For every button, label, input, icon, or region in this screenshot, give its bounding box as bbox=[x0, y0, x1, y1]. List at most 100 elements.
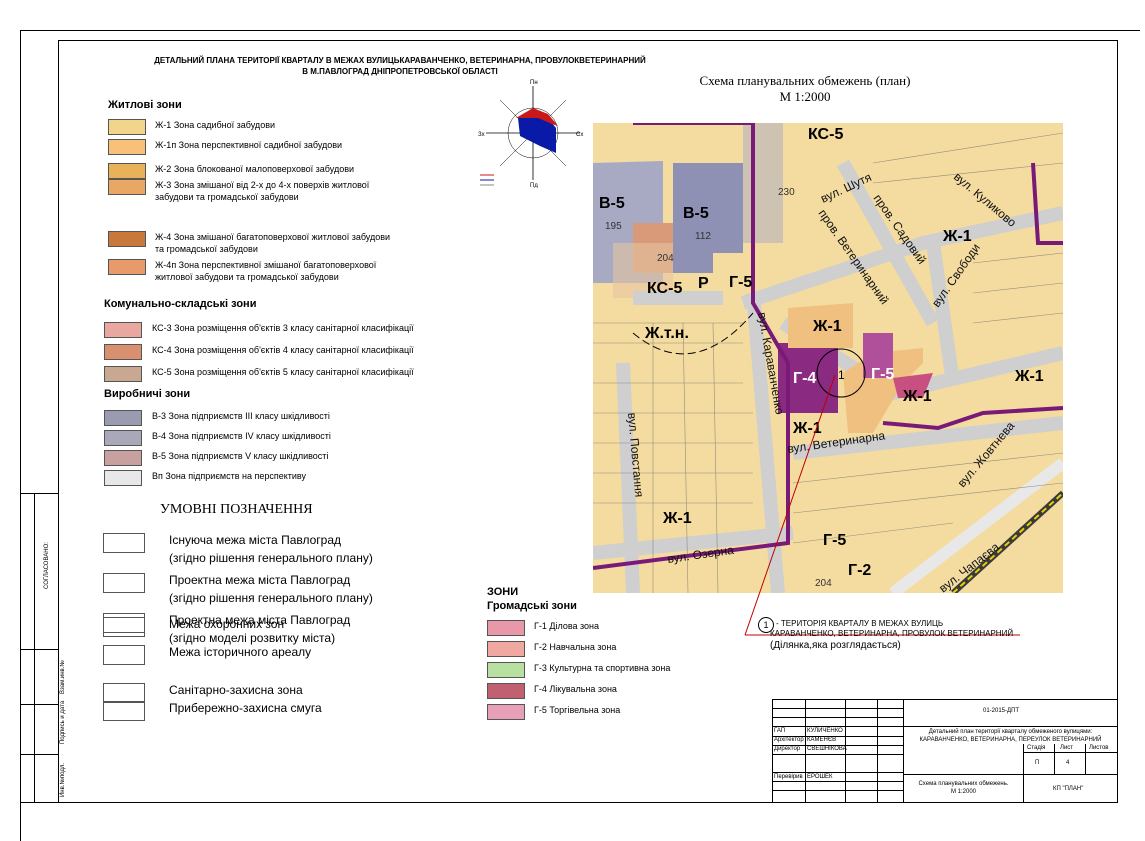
legend-text: Ж-4п Зона перспективної змішаної багатоп… bbox=[155, 260, 377, 270]
stamp-sheet-value: 4 bbox=[1066, 760, 1070, 766]
legend-item: Санітарно-захисна зона bbox=[169, 681, 303, 699]
legend-item: Межа охоронних зон bbox=[169, 615, 284, 633]
stamp-stage-label: Стадія bbox=[1027, 745, 1046, 751]
legend-item: Прибережно-захисна смуга bbox=[169, 699, 322, 717]
legend-text: Проектна межа міста Павлоград bbox=[169, 573, 351, 587]
map-label-r: Р bbox=[698, 275, 709, 292]
legend-item: КС-5 Зона розміщення об'єктів 5 класу са… bbox=[152, 366, 414, 378]
legend-swatch bbox=[487, 704, 525, 720]
legend-item: В-4 Зона підприємств ІV класу шкідливост… bbox=[152, 430, 331, 442]
legend-swatch bbox=[104, 450, 142, 466]
map-parcel-204-a: 204 bbox=[657, 253, 674, 264]
legend-text-2: та громадської забудови bbox=[155, 244, 258, 254]
side-sign: Подпись и дата bbox=[60, 700, 66, 744]
title-block: ГАП КУЛИЧЕНКО Архітектор КАМЕНЄВ Директо… bbox=[772, 699, 1118, 803]
legend-text: Межа охоронних зон bbox=[169, 617, 285, 631]
stamp-check: Перевірив bbox=[774, 774, 803, 780]
legend-swatch bbox=[108, 179, 146, 195]
legend-text: Г-3 Культурна та спортивна зона bbox=[534, 663, 671, 673]
stamp-stage-value: П bbox=[1035, 760, 1040, 766]
map-parcel-230: 230 bbox=[778, 187, 795, 198]
stamp-description: Детальний план території кварталу обмеже… bbox=[904, 728, 1117, 744]
map-label-ztn: Ж.т.н. bbox=[644, 325, 689, 342]
legend-text-2: (згідно рішення генерального плану) bbox=[169, 551, 373, 565]
title-line-1: ДЕТАЛЬНИЙ ПЛАНА ТЕРИТОРІЇ КВАРТАЛУ В МЕЖ… bbox=[154, 56, 646, 65]
legend-text: Ж-1 Зона садибної забудови bbox=[155, 120, 276, 130]
map-label-zh1-d: Ж-1 bbox=[942, 228, 972, 245]
stamp-arch-name: КАМЕНЄВ bbox=[807, 737, 837, 743]
stamp-desc-2: КАРАВАНЧЕНКО, ВЕТЕРИНАРНА, ПЕРЕУЛОК ВЕТЕ… bbox=[919, 737, 1102, 743]
top-border-line bbox=[20, 30, 1140, 31]
legend-text: Санітарно-захисна зона bbox=[169, 683, 303, 697]
territory-line-1: - ТЕРИТОРІЯ КВАРТАЛУ В МЕЖАХ ВУЛИЦЬ bbox=[776, 619, 944, 628]
wind-rose-key bbox=[480, 174, 494, 186]
legend-swatch bbox=[103, 645, 145, 665]
map-label-zh1-f: Ж-1 bbox=[662, 510, 692, 527]
stamp-sheets-label: Листов bbox=[1089, 745, 1109, 751]
legend-swatch bbox=[103, 701, 145, 721]
map-parcel-112: 112 bbox=[695, 231, 711, 242]
territory-line-2: КАРАВАНЧЕНКО, ВЕТЕРИНАРНА, ПРОВУЛОК ВЕТЕ… bbox=[770, 629, 1014, 638]
communal-heading: Комунально-складські зони bbox=[104, 298, 257, 310]
stamp-dir: Директор bbox=[774, 746, 801, 752]
legend-swatch bbox=[103, 683, 145, 703]
stamp-code: 01-2015-ДПТ bbox=[983, 708, 1020, 714]
legend-text: В-4 Зона підприємств ІV класу шкідливост… bbox=[152, 431, 331, 441]
legend-swatch bbox=[487, 683, 525, 699]
territory-line-3: (Ділянка,яка розглядається) bbox=[770, 640, 901, 651]
legend-item: Ж-4 Зона змішаної багатоповерхової житло… bbox=[155, 231, 390, 255]
legend-item: Ж-1п Зона перспективної садибної забудов… bbox=[155, 139, 342, 151]
legend-text: КС-3 Зона розміщення об'єктів 3 класу са… bbox=[152, 323, 414, 333]
stamp-desc-1: Детальний план території кварталу обмеже… bbox=[928, 729, 1093, 735]
legend-item: Г-2 Навчальна зона bbox=[534, 641, 616, 653]
legend-text: Г-4 Лікувальна зона bbox=[534, 684, 617, 694]
document-title: ДЕТАЛЬНИЙ ПЛАНА ТЕРИТОРІЇ КВАРТАЛУ В МЕЖ… bbox=[80, 55, 720, 77]
map-label-zh1-a: Ж-1 bbox=[812, 318, 842, 335]
legend-item: Ж-2 Зона блокованої малоповерхової забуд… bbox=[155, 163, 354, 175]
legend-text: Ж-1п Зона перспективної садибної забудов… bbox=[155, 140, 343, 150]
side-inv: Взам.инв.№ bbox=[60, 660, 66, 694]
legend-item: В-3 Зона підприємств ІІІ класу шкідливос… bbox=[152, 410, 330, 422]
stamp-arch: Архітектор bbox=[774, 737, 804, 743]
schema-name: Схема планувальних обмежень (план) bbox=[699, 73, 911, 88]
public-heading: Громадські зони bbox=[487, 600, 577, 612]
legend-item: Г-1 Ділова зона bbox=[534, 620, 599, 632]
schema-title: Схема планувальних обмежень (план) М 1:2… bbox=[650, 73, 960, 105]
legend-item: Вп Зона підприємств на перспективу bbox=[152, 470, 306, 482]
legend-swatch bbox=[487, 662, 525, 678]
stamp-check-name: ЕРОШЕК bbox=[807, 774, 833, 780]
stamp-org: КП "ПЛАН" bbox=[1053, 786, 1084, 792]
legend-text: Вп Зона підприємств на перспективу bbox=[152, 471, 307, 481]
legend-swatch bbox=[103, 617, 145, 637]
side-invp: Инв.№подл. bbox=[60, 762, 66, 797]
legend-swatch bbox=[104, 430, 142, 446]
legend-text: Ж-3 Зона змішаної від 2-х до 4-х поверхі… bbox=[155, 180, 370, 190]
legend-text: Ж-4 Зона змішаної багатоповерхової житло… bbox=[155, 232, 391, 242]
legend-item: КС-4 Зона розміщення об'єктів 4 класу са… bbox=[152, 344, 414, 356]
compass-e: Сх bbox=[576, 132, 583, 138]
legend-text: В-3 Зона підприємств ІІІ класу шкідливос… bbox=[152, 411, 330, 421]
legend-swatch bbox=[104, 366, 142, 382]
industrial-heading: Виробничі зони bbox=[104, 388, 191, 400]
legend-text-2: житлової забудови та громадської забудов… bbox=[155, 272, 339, 282]
side-stamp: СОГЛАСОВАНО: Взам.инв.№ Подпись и дата И… bbox=[20, 493, 66, 803]
legend-swatch bbox=[104, 470, 142, 486]
legend-text: Існуюча межа міста Павлоград bbox=[169, 533, 342, 547]
legend-swatch bbox=[108, 139, 146, 155]
legend-text: Межа історичного ареалу bbox=[169, 645, 312, 659]
legend-swatch bbox=[103, 573, 145, 593]
legend-item: КС-3 Зона розміщення об'єктів 3 класу са… bbox=[152, 322, 414, 334]
stamp-sheet-title-2: М 1:2000 bbox=[950, 789, 977, 795]
legend-text: КС-4 Зона розміщення об'єктів 4 класу са… bbox=[152, 345, 414, 355]
stamp-dir-name: СВЕШНІКОВА bbox=[807, 746, 847, 752]
legend-swatch bbox=[487, 620, 525, 636]
map-parcel-195: 195 bbox=[605, 221, 622, 232]
zones-heading: ЗОНИ bbox=[487, 586, 519, 598]
map-label-ks5-top: КС-5 bbox=[808, 126, 843, 143]
compass-n: Пн bbox=[530, 80, 538, 86]
legend-text: Прибережно-захисна смуга bbox=[169, 701, 322, 715]
legend-swatch bbox=[104, 410, 142, 426]
legend-text: КС-5 Зона розміщення об'єктів 5 класу са… bbox=[152, 367, 414, 377]
stamp-gap: ГАП bbox=[774, 728, 786, 734]
legend-text-2: (згідно рішення генерального плану) bbox=[169, 591, 373, 605]
